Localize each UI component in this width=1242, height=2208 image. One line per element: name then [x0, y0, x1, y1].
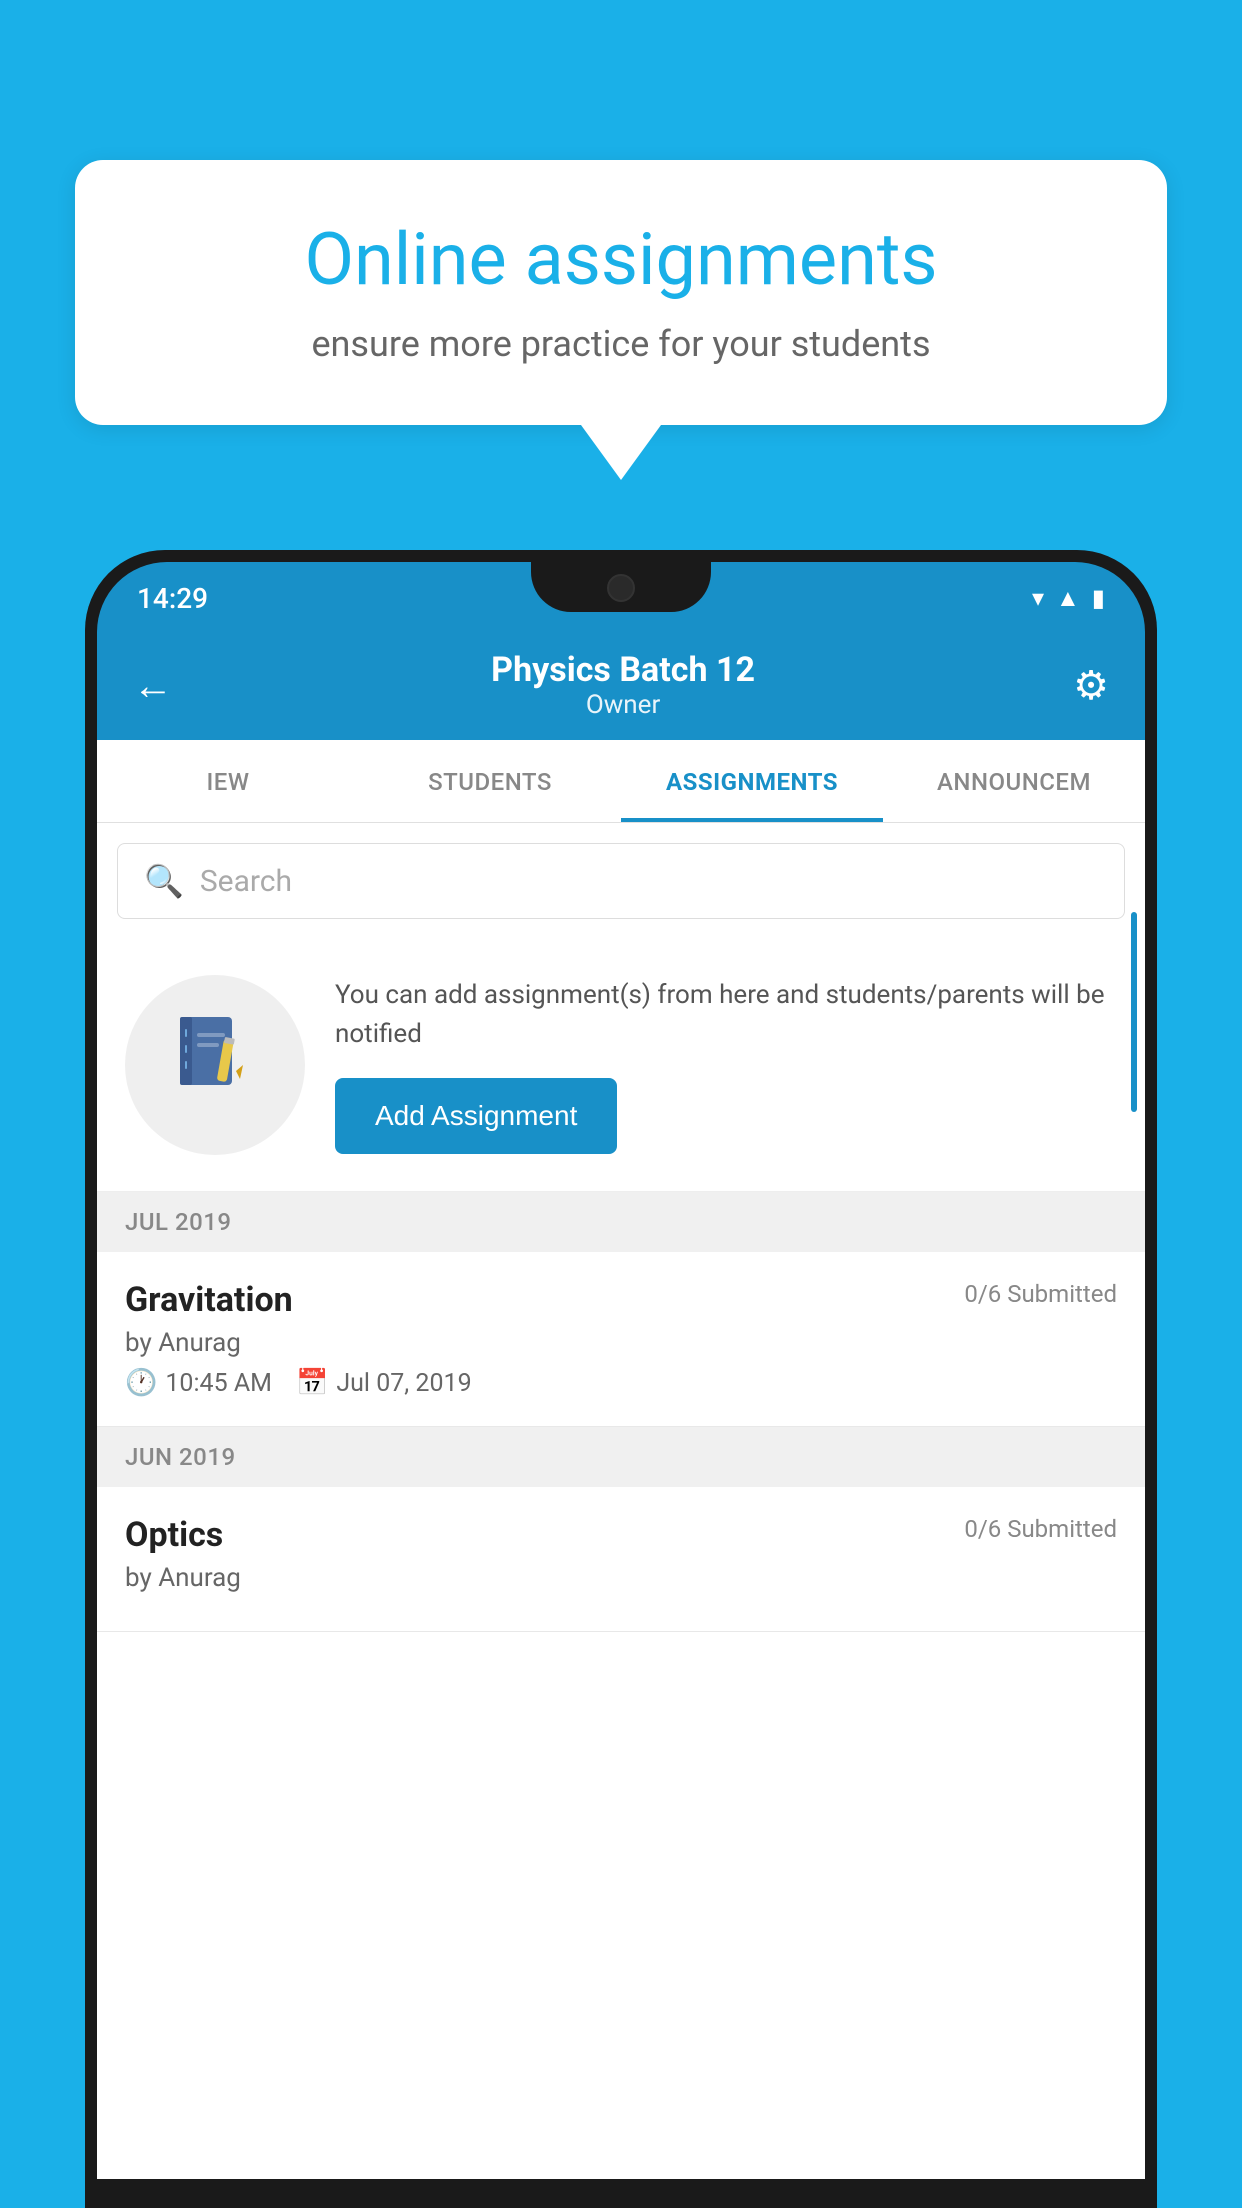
app-header: ← Physics Batch 12 Owner ⚙ — [97, 630, 1145, 740]
add-assignment-section: You can add assignment(s) from here and … — [97, 939, 1145, 1192]
section-header-jul: JUL 2019 — [97, 1192, 1145, 1252]
assignment-meta-gravitation: 🕐 10:45 AM 📅 Jul 07, 2019 — [125, 1368, 1117, 1398]
header-title: Physics Batch 12 — [173, 650, 1073, 690]
assignment-date-value: Jul 07, 2019 — [336, 1369, 471, 1398]
phone-frame: 14:29 ▾ ▲ ▮ ← Physics Batch 12 Owner ⚙ I… — [85, 550, 1157, 2208]
tab-students[interactable]: STUDENTS — [359, 740, 621, 822]
tab-iew[interactable]: IEW — [97, 740, 359, 822]
assignment-item-optics[interactable]: Optics 0/6 Submitted by Anurag — [97, 1487, 1145, 1632]
tab-announcements[interactable]: ANNOUNCEM — [883, 740, 1145, 822]
clock-icon: 🕐 — [125, 1368, 157, 1398]
assignment-by-gravitation: by Anurag — [125, 1328, 1117, 1358]
settings-button[interactable]: ⚙ — [1073, 662, 1109, 709]
camera-dot — [607, 574, 635, 602]
status-icons: ▾ ▲ ▮ — [1032, 584, 1105, 613]
assignment-item-top: Gravitation 0/6 Submitted — [125, 1280, 1117, 1320]
battery-icon: ▮ — [1092, 584, 1105, 612]
tabs-container: IEW STUDENTS ASSIGNMENTS ANNOUNCEM — [97, 740, 1145, 823]
assignment-status-gravitation: 0/6 Submitted — [964, 1280, 1117, 1308]
tab-assignments[interactable]: ASSIGNMENTS — [621, 740, 883, 822]
add-assignment-button[interactable]: Add Assignment — [335, 1078, 617, 1154]
speech-bubble: Online assignments ensure more practice … — [75, 160, 1167, 425]
assignment-name-gravitation: Gravitation — [125, 1280, 293, 1320]
assignment-item-gravitation[interactable]: Gravitation 0/6 Submitted by Anurag 🕐 10… — [97, 1252, 1145, 1427]
speech-bubble-subtitle: ensure more practice for your students — [145, 323, 1097, 365]
speech-bubble-title: Online assignments — [145, 220, 1097, 299]
assignment-time-gravitation: 🕐 10:45 AM — [125, 1368, 272, 1398]
phone-notch — [531, 562, 711, 612]
search-icon: 🔍 — [144, 862, 184, 900]
assignment-time-value: 10:45 AM — [165, 1369, 272, 1398]
speech-bubble-arrow — [581, 425, 661, 480]
assignment-item-optics-top: Optics 0/6 Submitted — [125, 1515, 1117, 1555]
header-subtitle: Owner — [173, 690, 1073, 720]
assignment-date-gravitation: 📅 Jul 07, 2019 — [296, 1368, 472, 1398]
section-header-jun: JUN 2019 — [97, 1427, 1145, 1487]
search-placeholder: Search — [200, 864, 292, 899]
wifi-icon: ▾ — [1032, 584, 1044, 612]
assignment-cta-right: You can add assignment(s) from here and … — [335, 976, 1117, 1154]
phone-inner: 14:29 ▾ ▲ ▮ ← Physics Batch 12 Owner ⚙ I… — [97, 562, 1145, 2208]
assignment-by-optics: by Anurag — [125, 1563, 1117, 1593]
header-title-section: Physics Batch 12 Owner — [173, 650, 1073, 720]
assignment-notebook-icon — [170, 1009, 260, 1121]
search-bar-container: 🔍 Search — [97, 823, 1145, 939]
assignment-status-optics: 0/6 Submitted — [964, 1515, 1117, 1543]
assignment-name-optics: Optics — [125, 1515, 223, 1555]
assignment-cta-text: You can add assignment(s) from here and … — [335, 976, 1117, 1054]
search-bar[interactable]: 🔍 Search — [117, 843, 1125, 919]
status-time: 14:29 — [137, 582, 208, 615]
signal-icon: ▲ — [1056, 584, 1080, 613]
screen-content: 🔍 Search — [97, 823, 1145, 2179]
calendar-icon: 📅 — [296, 1368, 328, 1398]
assignment-icon-circle — [125, 975, 305, 1155]
speech-bubble-container: Online assignments ensure more practice … — [75, 160, 1167, 480]
scroll-indicator — [1131, 912, 1137, 1112]
back-button[interactable]: ← — [133, 662, 173, 709]
